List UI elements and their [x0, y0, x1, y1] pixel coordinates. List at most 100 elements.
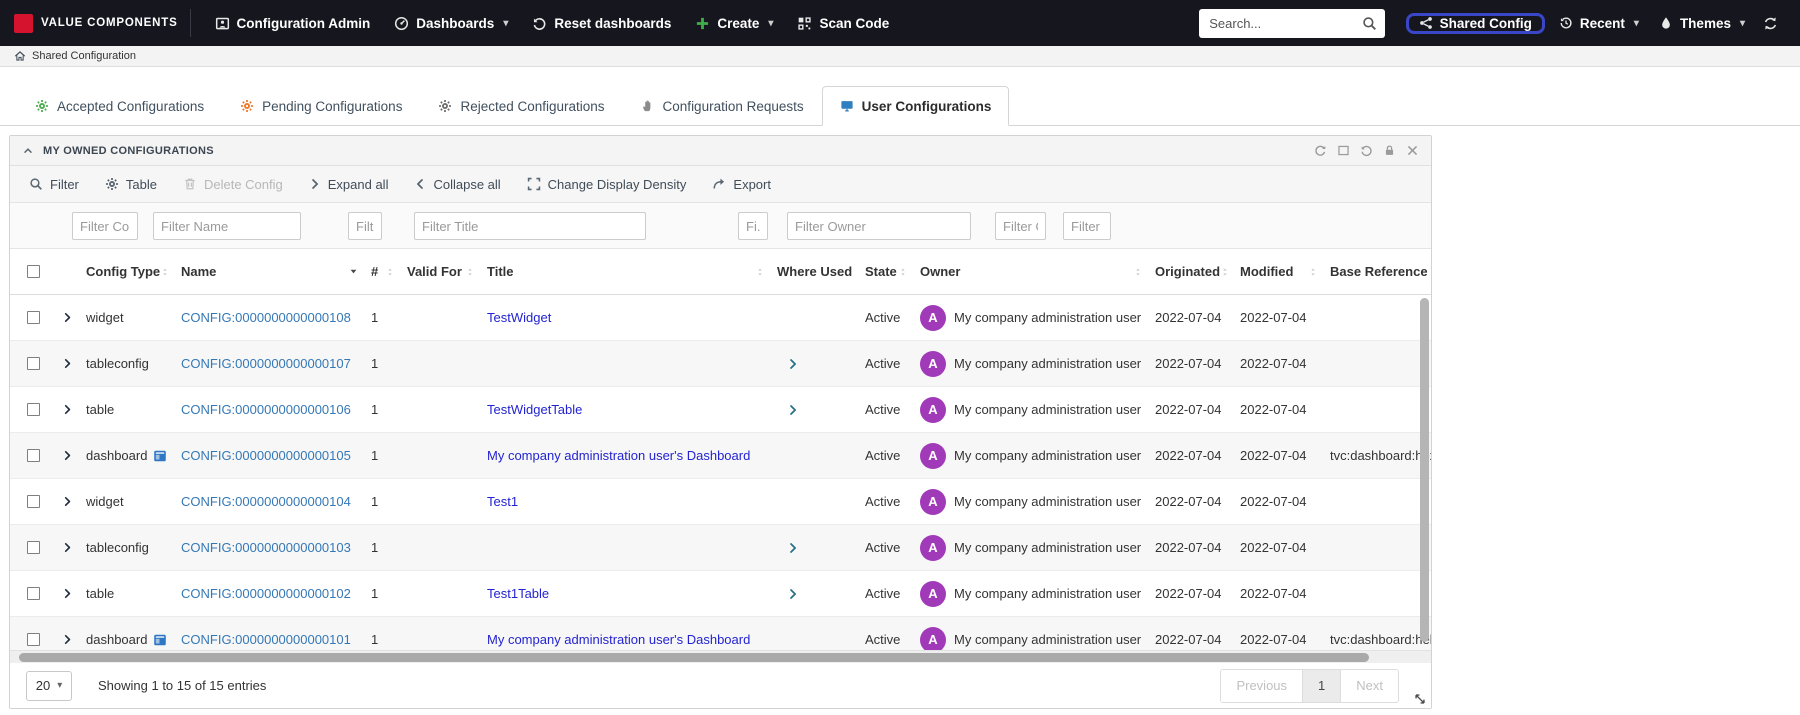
row-checkbox[interactable] [27, 541, 40, 554]
config-title-link[interactable]: Test1 [487, 494, 518, 509]
expand-row-icon[interactable] [62, 542, 73, 553]
filter-input-8[interactable] [1063, 212, 1111, 240]
select-all-checkbox[interactable] [27, 265, 40, 278]
toolbar-change-display-density-button[interactable]: Change Display Density [514, 177, 700, 192]
filter-input-5[interactable] [738, 212, 768, 240]
filter-input-4[interactable] [414, 212, 646, 240]
undo-icon[interactable] [1360, 144, 1373, 157]
home-icon[interactable] [14, 50, 26, 62]
column-header-valid-for[interactable]: Valid For [407, 249, 487, 294]
expand-row-icon[interactable] [62, 588, 73, 599]
breadcrumb-label[interactable]: Shared Configuration [32, 50, 136, 62]
resize-handle-icon[interactable] [1413, 692, 1427, 706]
column-header-[interactable]: # [371, 249, 407, 294]
row-checkbox[interactable] [27, 311, 40, 324]
tab-user-configurations[interactable]: User Configurations [821, 86, 1010, 126]
tab-accepted-configurations[interactable]: Accepted Configurations [17, 86, 222, 126]
expand-row-icon[interactable] [62, 450, 73, 461]
config-name-link[interactable]: CONFIG:0000000000000103 [181, 540, 351, 555]
column-header-config-type[interactable]: Config Type [86, 249, 181, 294]
nav-item-shared-config[interactable]: Shared Config [1405, 12, 1545, 34]
column-header-title[interactable]: Title [487, 249, 777, 294]
dashboard-type-icon [153, 633, 167, 647]
nav-item-dashboards[interactable]: Dashboards ▾ [382, 0, 520, 46]
filter-input-6[interactable] [787, 212, 971, 240]
lock-icon[interactable] [1383, 144, 1396, 157]
config-name-link[interactable]: CONFIG:0000000000000104 [181, 494, 351, 509]
page-size-select[interactable]: 20 ▾ [26, 670, 72, 701]
config-title-link[interactable]: Test1Table [487, 586, 549, 601]
toolbar-export-button[interactable]: Export [699, 177, 784, 192]
column-header-modified[interactable]: Modified [1240, 249, 1330, 294]
config-name-link[interactable]: CONFIG:0000000000000102 [181, 586, 351, 601]
qr-icon [797, 16, 812, 31]
previous-page-button[interactable]: Previous [1221, 669, 1303, 702]
brand-logo[interactable]: VALUE COMPONENTS [14, 13, 178, 33]
window-icon[interactable] [1337, 144, 1350, 157]
filter-input-1[interactable] [72, 212, 138, 240]
sync-button[interactable] [1755, 0, 1786, 46]
where-used-expand-icon[interactable] [787, 358, 799, 370]
collapse-panel-icon[interactable] [22, 145, 34, 157]
expand-row-icon[interactable] [62, 358, 73, 369]
refresh-icon[interactable] [1314, 144, 1327, 157]
where-used-expand-icon[interactable] [787, 588, 799, 600]
current-page-button[interactable]: 1 [1302, 669, 1342, 702]
tab-pending-configurations[interactable]: Pending Configurations [222, 86, 420, 126]
row-checkbox[interactable] [27, 633, 40, 646]
config-type-cell: widget [86, 310, 124, 325]
row-checkbox[interactable] [27, 449, 40, 462]
modified-cell: 2022-07-04 [1240, 310, 1307, 325]
table-body: widget CONFIG:0000000000000108 1 TestWidget… [10, 295, 1431, 650]
where-used-expand-icon[interactable] [787, 542, 799, 554]
toolbar-table-button[interactable]: Table [92, 177, 170, 192]
config-name-link[interactable]: CONFIG:0000000000000108 [181, 310, 351, 325]
config-title-link[interactable]: TestWidget [487, 310, 551, 325]
revision-cell: 1 [371, 586, 379, 601]
toolbar-expand-all-button[interactable]: Expand all [296, 177, 402, 192]
toolbar-collapse-all-button[interactable]: Collapse all [401, 177, 513, 192]
trash-icon [183, 177, 197, 191]
config-name-link[interactable]: CONFIG:0000000000000107 [181, 356, 351, 371]
where-used-expand-icon[interactable] [787, 404, 799, 416]
column-header-name[interactable]: Name [181, 249, 371, 294]
horizontal-scrollbar-thumb[interactable] [19, 653, 1369, 662]
nav-item-recent[interactable]: Recent ▾ [1549, 0, 1649, 46]
filter-input-7[interactable] [995, 212, 1046, 240]
expand-row-icon[interactable] [62, 404, 73, 415]
config-name-link[interactable]: CONFIG:0000000000000101 [181, 632, 351, 647]
state-cell: Active [865, 402, 901, 417]
column-header-originated[interactable]: Originated [1155, 249, 1240, 294]
search-icon [1362, 16, 1377, 31]
close-icon[interactable] [1406, 144, 1419, 157]
search-input[interactable] [1199, 8, 1386, 38]
filter-input-2[interactable] [153, 212, 301, 240]
nav-item-reset-dashboards[interactable]: Reset dashboards [520, 0, 683, 46]
column-header-owner[interactable]: Owner [920, 249, 1155, 294]
tab-rejected-configurations[interactable]: Rejected Configurations [420, 86, 622, 126]
row-checkbox[interactable] [27, 587, 40, 600]
config-name-link[interactable]: CONFIG:0000000000000106 [181, 402, 351, 417]
filter-input-3[interactable] [348, 212, 382, 240]
next-page-button[interactable]: Next [1341, 669, 1398, 702]
tab-configuration-requests[interactable]: Configuration Requests [623, 86, 822, 126]
toolbar-filter-button[interactable]: Filter [16, 177, 92, 192]
row-checkbox[interactable] [27, 357, 40, 370]
nav-item-scan-code[interactable]: Scan Code [785, 0, 901, 46]
caret-down-icon: ▾ [503, 17, 509, 29]
config-name-link[interactable]: CONFIG:0000000000000105 [181, 448, 351, 463]
nav-item-themes[interactable]: Themes ▾ [1649, 0, 1755, 46]
row-checkbox[interactable] [27, 403, 40, 416]
nav-item-configuration-admin[interactable]: Configuration Admin [203, 0, 383, 46]
column-header-state[interactable]: State [865, 249, 920, 294]
expand-row-icon[interactable] [62, 312, 73, 323]
nav-item-create[interactable]: Create ▾ [683, 0, 785, 46]
config-title-link[interactable]: My company administration user's Dashboa… [487, 448, 750, 463]
nav-item-label: Reset dashboards [554, 15, 672, 31]
config-title-link[interactable]: My company administration user's Dashboa… [487, 632, 750, 647]
expand-row-icon[interactable] [62, 634, 73, 645]
config-title-link[interactable]: TestWidgetTable [487, 402, 582, 417]
vertical-scrollbar[interactable] [1420, 298, 1429, 642]
expand-row-icon[interactable] [62, 496, 73, 507]
row-checkbox[interactable] [27, 495, 40, 508]
